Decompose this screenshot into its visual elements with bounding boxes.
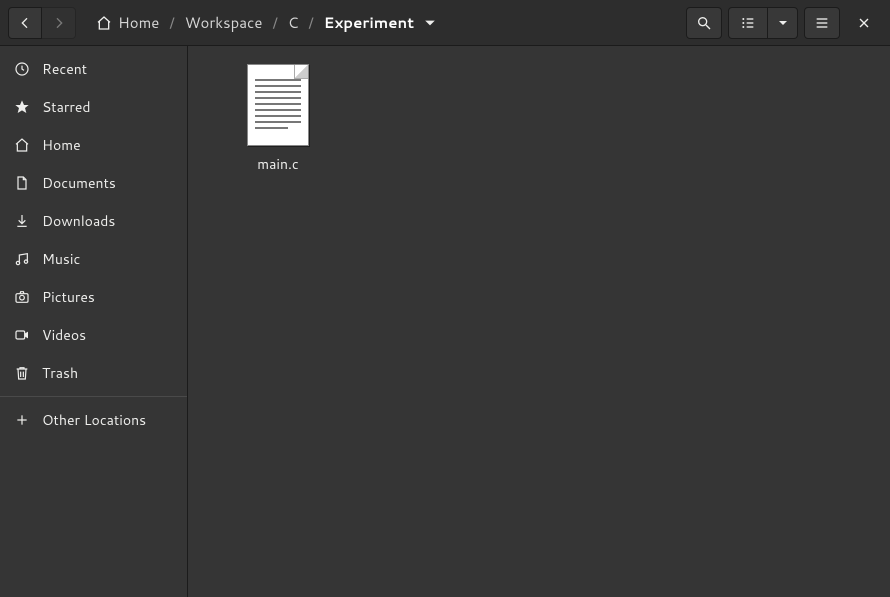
file-view[interactable]: main.c [188, 46, 890, 597]
chevron-down-icon [778, 18, 788, 28]
list-icon [740, 15, 756, 31]
sidebar-item-label: Home [42, 135, 81, 155]
sidebar-item-label: Downloads [42, 211, 115, 231]
camera-icon [14, 289, 30, 305]
video-icon [14, 327, 30, 343]
breadcrumb-current-label: Experiment [324, 12, 414, 33]
header-actions [686, 7, 882, 39]
sidebar-item-label: Music [42, 249, 80, 269]
sidebar-item-label: Videos [42, 325, 86, 345]
breadcrumb-home-label: Home [118, 12, 159, 33]
sidebar-divider [0, 396, 187, 397]
sidebar-item-label: Documents [42, 173, 116, 193]
sidebar-item-trash[interactable]: Trash [0, 354, 187, 392]
sidebar-item-home[interactable]: Home [0, 126, 187, 164]
hamburger-icon [814, 15, 830, 31]
sidebar-item-label: Recent [42, 59, 87, 79]
sidebar-item-label: Pictures [42, 287, 95, 307]
headerbar: Home / Workspace / C / Experiment [0, 0, 890, 46]
sidebar-item-music[interactable]: Music [0, 240, 187, 278]
close-window-button[interactable] [846, 7, 882, 39]
breadcrumb-separator: / [302, 12, 319, 33]
home-icon [96, 15, 112, 31]
search-button[interactable] [686, 7, 722, 39]
list-view-button[interactable] [728, 7, 768, 39]
breadcrumb-home[interactable]: Home [96, 12, 159, 33]
sidebar-item-recent[interactable]: Recent [0, 50, 187, 88]
clock-icon [14, 61, 30, 77]
chevron-left-icon [17, 15, 33, 31]
sidebar-item-documents[interactable]: Documents [0, 164, 187, 202]
star-icon [14, 99, 30, 115]
breadcrumb-segment-1[interactable]: C [288, 12, 299, 33]
trash-icon [14, 365, 30, 381]
search-icon [696, 15, 712, 31]
home-icon [14, 137, 30, 153]
file-item[interactable]: main.c [218, 64, 338, 174]
sidebar: Recent Starred Home Documents Downloads … [0, 46, 188, 597]
breadcrumb-separator: / [266, 12, 283, 33]
breadcrumb: Home / Workspace / C / Experiment [82, 12, 680, 33]
sidebar-item-other-locations[interactable]: Other Locations [0, 401, 187, 439]
breadcrumb-separator: / [163, 12, 180, 33]
breadcrumb-current[interactable]: Experiment [324, 12, 436, 33]
download-icon [14, 213, 30, 229]
chevron-down-icon [424, 17, 436, 29]
sidebar-item-pictures[interactable]: Pictures [0, 278, 187, 316]
sidebar-item-starred[interactable]: Starred [0, 88, 187, 126]
sidebar-item-label: Other Locations [42, 410, 146, 430]
document-icon [14, 175, 30, 191]
forward-button[interactable] [42, 7, 76, 39]
file-thumbnail [247, 64, 309, 146]
view-options-button[interactable] [768, 7, 798, 39]
sidebar-item-videos[interactable]: Videos [0, 316, 187, 354]
view-mode-group [728, 7, 798, 39]
sidebar-item-label: Trash [42, 363, 78, 383]
hamburger-menu-button[interactable] [804, 7, 840, 39]
plus-icon [14, 412, 30, 428]
chevron-right-icon [51, 15, 67, 31]
sidebar-item-label: Starred [42, 97, 91, 117]
main-area: Recent Starred Home Documents Downloads … [0, 46, 890, 597]
file-name-label: main.c [257, 154, 299, 174]
breadcrumb-segment-0[interactable]: Workspace [185, 12, 263, 33]
nav-buttons [8, 7, 76, 39]
close-icon [856, 15, 872, 31]
music-icon [14, 251, 30, 267]
back-button[interactable] [8, 7, 42, 39]
sidebar-item-downloads[interactable]: Downloads [0, 202, 187, 240]
